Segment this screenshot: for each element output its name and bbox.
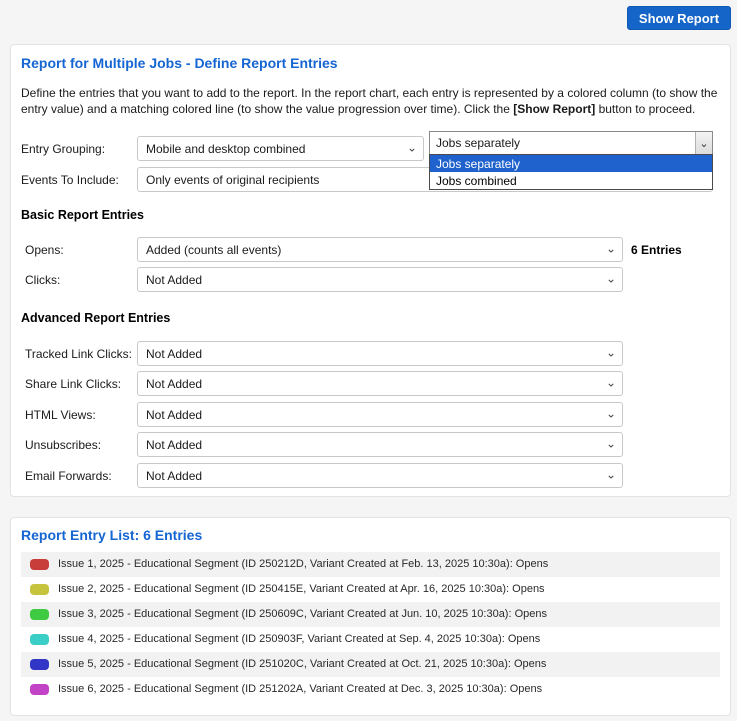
chevron-down-icon: ⌄ (606, 345, 616, 359)
report-definition-page: { "header": { "show_report_label": "Show… (0, 0, 737, 721)
panel-title: Report for Multiple Jobs - Define Report… (21, 55, 338, 71)
jobs-grouping-dropdown-list: Jobs separately Jobs combined (429, 154, 713, 190)
chevron-down-icon: ⌄ (407, 140, 417, 154)
chevron-down-icon: ⌄ (606, 375, 616, 389)
report-entry-row: Issue 2, 2025 - Educational Segment (ID … (21, 577, 720, 602)
entry-grouping-label: Entry Grouping: (21, 142, 105, 156)
panel-description: Define the entries that you want to add … (21, 85, 721, 117)
dropdown-option-jobs-separately[interactable]: Jobs separately (430, 155, 712, 172)
color-swatch (30, 634, 49, 645)
opens-value: Added (counts all events) (146, 243, 281, 257)
unsubscribes-value: Not Added (146, 438, 202, 452)
opens-select[interactable]: Added (counts all events) ⌄ (137, 237, 623, 262)
chevron-down-icon: ⌄ (606, 271, 616, 285)
share-link-clicks-value: Not Added (146, 377, 202, 391)
unsubscribes-select[interactable]: Not Added ⌄ (137, 432, 623, 457)
report-entry-row: Issue 5, 2025 - Educational Segment (ID … (21, 652, 720, 677)
html-views-label: HTML Views: (25, 408, 96, 422)
dropdown-option-jobs-combined[interactable]: Jobs combined (430, 172, 712, 189)
report-entry-row: Issue 6, 2025 - Educational Segment (ID … (21, 677, 720, 702)
report-entry-text: Issue 2, 2025 - Educational Segment (ID … (58, 577, 716, 602)
report-entry-text: Issue 1, 2025 - Educational Segment (ID … (58, 552, 716, 577)
unsubscribes-label: Unsubscribes: (25, 438, 101, 452)
email-forwards-label: Email Forwards: (25, 469, 112, 483)
entry-grouping-jobs-select[interactable]: Jobs separately ⌄ (429, 131, 713, 155)
report-entry-text: Issue 4, 2025 - Educational Segment (ID … (58, 627, 716, 652)
tracked-link-clicks-label: Tracked Link Clicks: (25, 347, 132, 361)
report-entry-text: Issue 3, 2025 - Educational Segment (ID … (58, 602, 716, 627)
entry-grouping-device-value: Mobile and desktop combined (146, 142, 305, 156)
html-views-select[interactable]: Not Added ⌄ (137, 402, 623, 427)
define-report-entries-panel: Report for Multiple Jobs - Define Report… (10, 44, 731, 497)
description-bold-show-report: [Show Report] (513, 102, 595, 116)
opens-label: Opens: (25, 243, 64, 257)
entry-grouping-jobs-value: Jobs separately (436, 136, 520, 150)
report-entry-list-panel: Report Entry List: 6 Entries Issue 1, 20… (10, 517, 731, 716)
email-forwards-value: Not Added (146, 469, 202, 483)
clicks-label: Clicks: (25, 273, 60, 287)
color-swatch (30, 684, 49, 695)
clicks-value: Not Added (146, 273, 202, 287)
basic-report-entries-title: Basic Report Entries (21, 208, 144, 222)
show-report-button[interactable]: Show Report (627, 6, 731, 30)
email-forwards-select[interactable]: Not Added ⌄ (137, 463, 623, 488)
chevron-down-icon[interactable]: ⌄ (695, 132, 712, 154)
entry-grouping-device-select[interactable]: Mobile and desktop combined ⌄ (137, 136, 424, 161)
chevron-down-icon: ⌄ (606, 467, 616, 481)
color-swatch (30, 584, 49, 595)
report-entry-row: Issue 3, 2025 - Educational Segment (ID … (21, 602, 720, 627)
description-text-end: button to proceed. (595, 102, 695, 116)
entry-list-title: Report Entry List: 6 Entries (21, 527, 202, 543)
tracked-link-clicks-value: Not Added (146, 347, 202, 361)
events-to-include-value: Only events of original recipients (146, 173, 319, 187)
chevron-down-icon: ⌄ (606, 436, 616, 450)
share-link-clicks-select[interactable]: Not Added ⌄ (137, 371, 623, 396)
events-to-include-label: Events To Include: (21, 173, 119, 187)
color-swatch (30, 609, 49, 620)
tracked-link-clicks-select[interactable]: Not Added ⌄ (137, 341, 623, 366)
chevron-down-icon: ⌄ (606, 406, 616, 420)
html-views-value: Not Added (146, 408, 202, 422)
advanced-report-entries-title: Advanced Report Entries (21, 311, 170, 325)
report-entry-row: Issue 1, 2025 - Educational Segment (ID … (21, 552, 720, 577)
clicks-select[interactable]: Not Added ⌄ (137, 267, 623, 292)
report-entry-text: Issue 6, 2025 - Educational Segment (ID … (58, 677, 716, 702)
report-entry-row: Issue 4, 2025 - Educational Segment (ID … (21, 627, 720, 652)
report-entry-text: Issue 5, 2025 - Educational Segment (ID … (58, 652, 716, 677)
share-link-clicks-label: Share Link Clicks: (25, 377, 121, 391)
color-swatch (30, 659, 49, 670)
opens-entries-count: 6 Entries (631, 243, 682, 257)
color-swatch (30, 559, 49, 570)
chevron-down-icon: ⌄ (606, 241, 616, 255)
